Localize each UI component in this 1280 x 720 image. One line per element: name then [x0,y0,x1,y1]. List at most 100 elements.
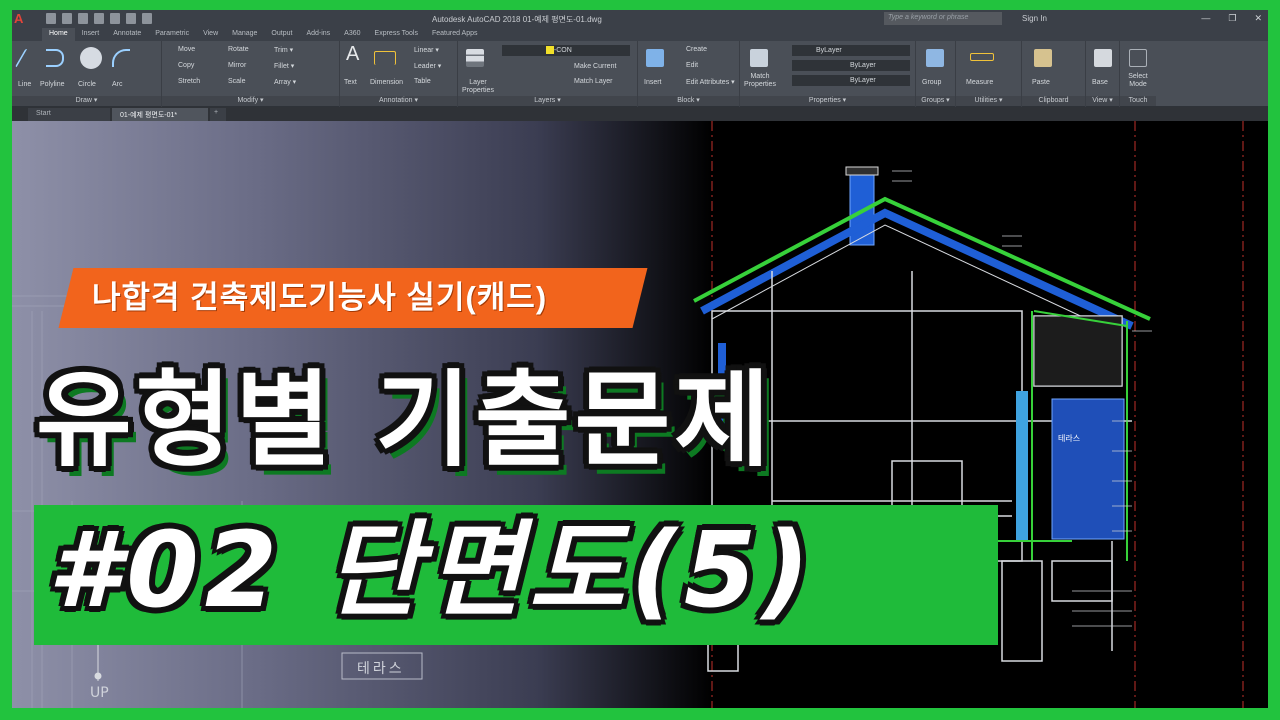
text-icon[interactable]: A [346,43,359,66]
tab-a360[interactable]: A360 [337,28,367,41]
tab-express-tools[interactable]: Express Tools [368,28,425,41]
layers-panel: Layer Properties 2-CON Make Current Matc… [458,41,638,107]
move-button[interactable]: Move [178,46,195,53]
lineweight-dropdown-value: ByLayer [850,77,876,84]
save-as-icon[interactable] [94,13,104,24]
linear-button[interactable]: Linear ▾ [414,46,439,54]
edit-button[interactable]: Edit [686,62,698,69]
layer-properties-button[interactable]: Layer Properties [460,79,496,95]
layer-dropdown[interactable]: 2-CON [502,45,630,56]
tab-view[interactable]: View [196,28,225,41]
base-button[interactable]: Base [1092,79,1108,86]
arc-button[interactable]: Arc [112,81,123,88]
search-input[interactable]: Type a keyword or phrase [884,12,1002,25]
tab-annotate[interactable]: Annotate [106,28,148,41]
circle-icon[interactable] [80,47,102,69]
properties-panel-title[interactable]: Properties ▾ [740,96,915,106]
tab-start[interactable]: Start [28,108,110,121]
rotate-button[interactable]: Rotate [228,46,249,53]
match-layer-button[interactable]: Match Layer [574,78,613,85]
title-bar: A Autodesk AutoCAD 2018 01-예제 평면도-01.dwg… [12,10,1268,28]
text-button[interactable]: Text [344,79,357,86]
table-button[interactable]: Table [414,78,431,85]
layer-color-swatch [546,46,554,54]
tab-add-ins[interactable]: Add-ins [299,28,337,41]
terrace-label-section: 테라스 [1058,434,1081,443]
array-button[interactable]: Array ▾ [274,78,296,86]
dimension-button[interactable]: Dimension [370,79,403,86]
color-dropdown[interactable]: ByLayer [792,45,910,56]
measure-button[interactable]: Measure [966,79,993,86]
scale-button[interactable]: Scale [228,78,246,85]
main-title: 유형별 기출문제 [36,359,774,481]
select-mode-button[interactable]: Select Mode [1122,73,1154,89]
paste-icon[interactable] [1034,49,1052,67]
polyline-icon[interactable] [46,49,64,67]
utilities-panel-title[interactable]: Utilities ▾ [956,96,1021,106]
fillet-button[interactable]: Fillet ▾ [274,62,294,70]
linetype-dropdown[interactable]: ByLayer [792,60,910,71]
redo-icon[interactable] [142,13,152,24]
stretch-button[interactable]: Stretch [178,78,200,85]
line-icon[interactable] [14,49,44,67]
dimension-icon[interactable] [374,51,396,65]
new-icon[interactable] [46,13,56,24]
tab-parametric[interactable]: Parametric [148,28,196,41]
minimize-icon[interactable]: — [1201,13,1210,24]
create-button[interactable]: Create [686,46,707,53]
restore-icon[interactable]: ❐ [1228,13,1236,24]
annotation-panel: A Text Dimension Linear ▾ Leader ▾ Table… [340,41,458,107]
select-mode-icon[interactable] [1129,49,1147,67]
view-panel-title[interactable]: View ▾ [1086,96,1119,106]
tab-home[interactable]: Home [42,28,75,41]
circle-button[interactable]: Circle [78,81,96,88]
insert-icon[interactable] [646,49,664,67]
new-tab-icon[interactable]: + [210,108,226,121]
terrace-label: 테라스 [357,661,405,677]
measure-icon[interactable] [970,53,994,61]
tab-featured-apps[interactable]: Featured Apps [425,28,485,41]
block-panel-title[interactable]: Block ▾ [638,96,739,106]
line-button[interactable]: Line [18,81,31,88]
tab-insert[interactable]: Insert [75,28,107,41]
episode-title: #02 단면도(5) [48,509,816,631]
leader-button[interactable]: Leader ▾ [414,62,441,70]
lineweight-dropdown[interactable]: ByLayer [792,75,910,86]
clipboard-panel-title[interactable]: Clipboard [1022,96,1085,106]
base-icon[interactable] [1094,49,1112,67]
paste-button[interactable]: Paste [1032,79,1050,86]
tab-output[interactable]: Output [264,28,299,41]
group-button[interactable]: Group [922,79,941,86]
annotation-panel-title[interactable]: Annotation ▾ [340,96,457,106]
autocad-logo-icon[interactable]: A [14,11,40,27]
tab-current-drawing[interactable]: 01-예제 평면도-01* [112,108,208,121]
mirror-button[interactable]: Mirror [228,62,246,69]
plot-icon[interactable] [110,13,120,24]
polyline-button[interactable]: Polyline [40,81,65,88]
group-icon[interactable] [926,49,944,67]
window-title: Autodesk AutoCAD 2018 01-예제 평면도-01.dwg [432,15,602,24]
edit-attributes-button[interactable]: Edit Attributes ▾ [686,78,735,86]
match-properties-button[interactable]: Match Properties [742,73,778,89]
arc-icon[interactable] [112,49,130,67]
color-dropdown-value: ByLayer [816,47,842,54]
match-properties-icon[interactable] [750,49,768,67]
make-current-button[interactable]: Make Current [574,63,616,70]
sign-in-button[interactable]: Sign In [1022,14,1047,23]
save-icon[interactable] [78,13,88,24]
open-icon[interactable] [62,13,72,24]
layer-properties-icon[interactable] [466,49,484,67]
undo-icon[interactable] [126,13,136,24]
tab-manage[interactable]: Manage [225,28,264,41]
draw-panel-title[interactable]: Draw ▾ [12,96,161,106]
close-icon[interactable]: ✕ [1254,13,1262,24]
copy-button[interactable]: Copy [178,62,194,69]
layers-panel-title[interactable]: Layers ▾ [458,96,637,106]
trim-button[interactable]: Trim ▾ [274,46,293,54]
ribbon-tabs: Home Insert Annotate Parametric View Man… [12,28,1268,41]
groups-panel-title[interactable]: Groups ▾ [916,96,955,106]
insert-button[interactable]: Insert [644,79,662,86]
touch-panel-title[interactable]: Touch [1120,96,1156,106]
modify-panel-title[interactable]: Modify ▾ [162,96,339,106]
quick-access-toolbar [46,13,152,24]
